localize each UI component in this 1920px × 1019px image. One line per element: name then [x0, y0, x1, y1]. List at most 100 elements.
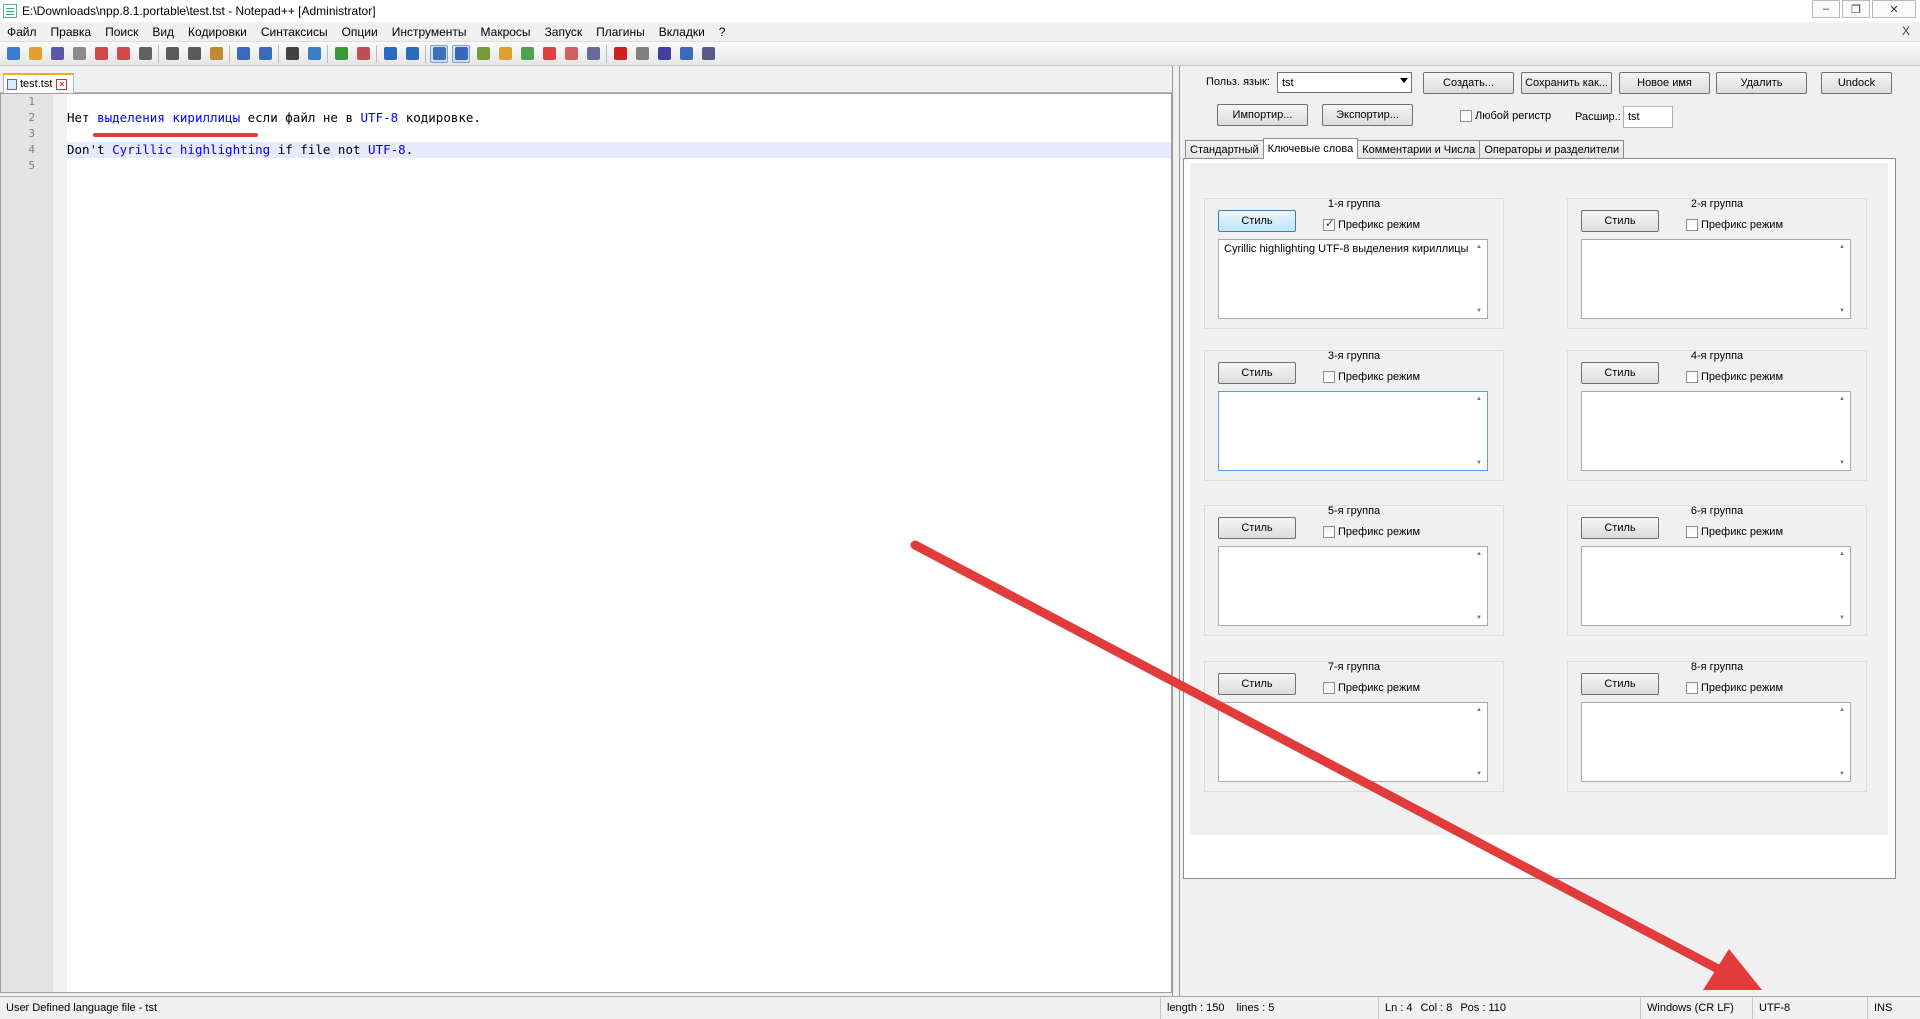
- paste-icon[interactable]: [207, 45, 225, 63]
- show-all-chars-icon[interactable]: [452, 44, 470, 63]
- prefix-mode-checkbox[interactable]: Префикс режим: [1323, 371, 1420, 383]
- checkbox-box[interactable]: [1686, 371, 1698, 383]
- undock-button[interactable]: Undock: [1821, 72, 1892, 94]
- keywords-scrollbar[interactable]: [1473, 703, 1487, 781]
- keywords-scrollbar[interactable]: [1836, 240, 1850, 318]
- function-list-icon[interactable]: [540, 45, 558, 63]
- import-button[interactable]: Импортир...: [1217, 104, 1308, 126]
- copy-icon[interactable]: [185, 45, 203, 63]
- menu-help[interactable]: ?: [712, 25, 733, 39]
- play-macro-icon[interactable]: [655, 45, 673, 63]
- keywords-textarea[interactable]: [1218, 546, 1488, 626]
- keywords-scrollbar[interactable]: [1473, 547, 1487, 625]
- cut-icon[interactable]: [163, 45, 181, 63]
- style-button[interactable]: Стиль: [1218, 517, 1296, 539]
- ignore-case-checkbox[interactable]: Любой регистр: [1460, 110, 1551, 122]
- menu-edit[interactable]: Правка: [44, 25, 99, 39]
- keywords-scrollbar[interactable]: [1473, 240, 1487, 318]
- prefix-mode-checkbox[interactable]: Префикс режим: [1323, 526, 1420, 538]
- menu-file[interactable]: Файл: [0, 25, 44, 39]
- menu-tools[interactable]: Инструменты: [385, 25, 474, 39]
- style-button[interactable]: Стиль: [1581, 517, 1659, 539]
- keywords-textarea[interactable]: Cyrillic highlighting UTF-8 выделения ки…: [1218, 239, 1488, 319]
- monitoring-icon[interactable]: [584, 45, 602, 63]
- doc-map-icon[interactable]: [518, 45, 536, 63]
- zoom-in-icon[interactable]: [332, 45, 350, 63]
- open-file-icon[interactable]: [26, 45, 44, 63]
- prefix-mode-checkbox[interactable]: Префикс режим: [1686, 219, 1783, 231]
- rename-button[interactable]: Новое имя: [1619, 72, 1710, 94]
- style-button[interactable]: Стиль: [1218, 362, 1296, 384]
- sync-horizontal-icon[interactable]: [403, 45, 421, 63]
- tab-close-icon[interactable]: ×: [56, 78, 68, 90]
- save-as-button[interactable]: Сохранить как...: [1521, 72, 1612, 94]
- new-file-icon[interactable]: [4, 45, 22, 63]
- record-macro-icon[interactable]: [611, 45, 629, 63]
- keywords-textarea[interactable]: [1218, 702, 1488, 782]
- keywords-textarea[interactable]: [1218, 391, 1488, 471]
- menu-view[interactable]: Вид: [145, 25, 181, 39]
- save-macro-icon[interactable]: [699, 45, 717, 63]
- checkbox-box[interactable]: [1686, 219, 1698, 231]
- style-button[interactable]: Стиль: [1581, 362, 1659, 384]
- menu-macro[interactable]: Макросы: [474, 25, 538, 39]
- tab-comment-number[interactable]: Комментарии и Числа: [1357, 140, 1481, 159]
- folder-workspace-icon[interactable]: [562, 45, 580, 63]
- keywords-textarea[interactable]: [1581, 239, 1851, 319]
- remove-button[interactable]: Удалить: [1716, 72, 1807, 94]
- save-all-icon[interactable]: [70, 45, 88, 63]
- zoom-out-icon[interactable]: [354, 45, 372, 63]
- checkbox-box[interactable]: [1460, 110, 1472, 122]
- checkbox-box[interactable]: [1323, 217, 1335, 231]
- style-button[interactable]: Стиль: [1218, 210, 1296, 232]
- menu-run[interactable]: Запуск: [538, 25, 590, 39]
- panel-splitter[interactable]: [1172, 66, 1180, 996]
- find-icon[interactable]: [283, 45, 301, 63]
- fold-margin[interactable]: [53, 94, 67, 992]
- prefix-mode-checkbox[interactable]: Префикс режим: [1323, 682, 1420, 694]
- close-all-icon[interactable]: [114, 45, 132, 63]
- maximize-button[interactable]: ❐: [1842, 0, 1870, 18]
- extension-input[interactable]: tst: [1623, 106, 1673, 128]
- keywords-textarea[interactable]: [1581, 702, 1851, 782]
- redo-icon[interactable]: [256, 45, 274, 63]
- tab-keywords-lists[interactable]: Ключевые слова: [1262, 138, 1359, 159]
- menu-encoding[interactable]: Кодировки: [181, 25, 254, 39]
- tab-test-tst[interactable]: test.tst ×: [3, 73, 74, 93]
- udl-icon[interactable]: [496, 45, 514, 63]
- save-icon[interactable]: [48, 45, 66, 63]
- create-button[interactable]: Создать...: [1423, 72, 1514, 94]
- indent-guide-icon[interactable]: [474, 45, 492, 63]
- style-button[interactable]: Стиль: [1218, 673, 1296, 695]
- status-insert-mode[interactable]: INS: [1867, 997, 1920, 1019]
- keywords-textarea[interactable]: [1581, 546, 1851, 626]
- keywords-textarea[interactable]: [1581, 391, 1851, 471]
- menu-search[interactable]: Поиск: [98, 25, 145, 39]
- user-language-select[interactable]: tst: [1277, 72, 1412, 93]
- checkbox-box[interactable]: [1323, 682, 1335, 694]
- menu-language[interactable]: Синтаксисы: [254, 25, 335, 39]
- status-encoding[interactable]: UTF-8: [1752, 997, 1867, 1019]
- style-button[interactable]: Стиль: [1581, 673, 1659, 695]
- word-wrap-icon[interactable]: [430, 44, 448, 63]
- prefix-mode-checkbox[interactable]: Префикс режим: [1686, 526, 1783, 538]
- prefix-mode-checkbox[interactable]: Префикс режим: [1686, 682, 1783, 694]
- keywords-scrollbar[interactable]: [1473, 392, 1487, 470]
- tab-folder-default[interactable]: Стандартный: [1185, 140, 1264, 159]
- export-button[interactable]: Экспортир...: [1322, 104, 1413, 126]
- keywords-scrollbar[interactable]: [1836, 392, 1850, 470]
- minimize-button[interactable]: –: [1812, 0, 1840, 18]
- checkbox-box[interactable]: [1323, 526, 1335, 538]
- menu-settings[interactable]: Опции: [335, 25, 385, 39]
- close-icon[interactable]: [92, 45, 110, 63]
- code-editor[interactable]: 1 2 3 4 5 Нет выделения кириллицы если ф…: [0, 93, 1172, 993]
- close-document-button[interactable]: X: [1902, 24, 1910, 38]
- keywords-scrollbar[interactable]: [1836, 547, 1850, 625]
- print-icon[interactable]: [136, 45, 154, 63]
- replace-icon[interactable]: [305, 45, 323, 63]
- sync-vertical-icon[interactable]: [381, 45, 399, 63]
- close-window-button[interactable]: ✕: [1872, 0, 1916, 18]
- checkbox-box[interactable]: [1323, 371, 1335, 383]
- style-button[interactable]: Стиль: [1581, 210, 1659, 232]
- checkbox-box[interactable]: [1686, 526, 1698, 538]
